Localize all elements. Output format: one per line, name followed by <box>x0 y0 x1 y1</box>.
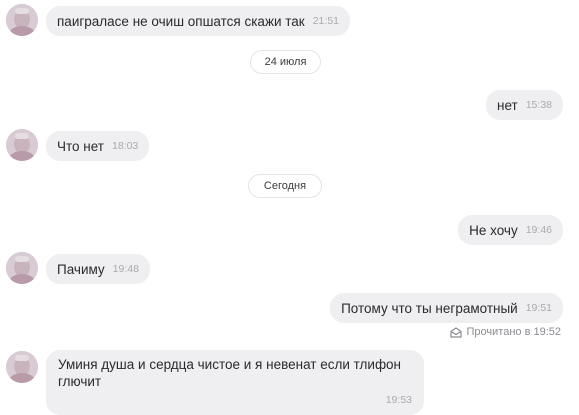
avatar[interactable] <box>6 351 38 383</box>
message-time: 21:51 <box>312 14 339 27</box>
message-text: Что нет <box>57 138 104 154</box>
person-photo-icon <box>6 252 38 284</box>
avatar[interactable] <box>6 4 38 36</box>
message-text: Не хочу <box>469 222 518 238</box>
read-status: Прочитано в 19:52 <box>449 326 561 338</box>
avatar[interactable] <box>6 252 38 284</box>
message-time: 19:53 <box>385 394 412 406</box>
date-separator: Сегодня <box>248 174 322 198</box>
outgoing-message[interactable]: нет 15:38 <box>486 90 563 120</box>
message-text: нет <box>497 97 518 113</box>
message-time: 19:48 <box>112 262 139 275</box>
avatar[interactable] <box>6 129 38 161</box>
incoming-message[interactable]: Уминя душа и сердца чистое и я невенат е… <box>46 350 424 415</box>
message-text: паиграласе не очиш опшатся скажи так <box>57 13 305 29</box>
person-photo-icon <box>6 129 38 161</box>
person-photo-icon <box>6 351 38 383</box>
outgoing-message[interactable]: Потому что ты неграмотный 19:51 <box>330 293 563 323</box>
message-time: 19:51 <box>525 301 552 314</box>
message-text: Потому что ты неграмотный <box>341 300 518 316</box>
message-time: 18:03 <box>112 139 139 152</box>
message-time: 15:38 <box>525 98 552 111</box>
incoming-message[interactable]: паиграласе не очиш опшатся скажи так 21:… <box>46 6 350 36</box>
message-time: 19:46 <box>525 223 552 236</box>
incoming-message[interactable]: Что нет 18:03 <box>46 131 150 161</box>
message-text: Уминя душа и сердца чистое и я невенат е… <box>58 357 402 389</box>
incoming-message[interactable]: Пачиму 19:48 <box>46 254 150 284</box>
read-status-text: Прочитано в 19:52 <box>466 326 561 338</box>
date-separator: 24 июля <box>250 50 321 74</box>
envelope-open-icon <box>449 326 462 338</box>
chat-history: паиграласе не очиш опшатся скажи так 21:… <box>0 0 579 415</box>
outgoing-message[interactable]: Не хочу 19:46 <box>458 215 563 245</box>
person-photo-icon <box>6 4 38 36</box>
message-text: Пачиму <box>57 261 105 277</box>
date-label: 24 июля <box>264 56 307 68</box>
date-label: Сегодня <box>263 180 307 192</box>
